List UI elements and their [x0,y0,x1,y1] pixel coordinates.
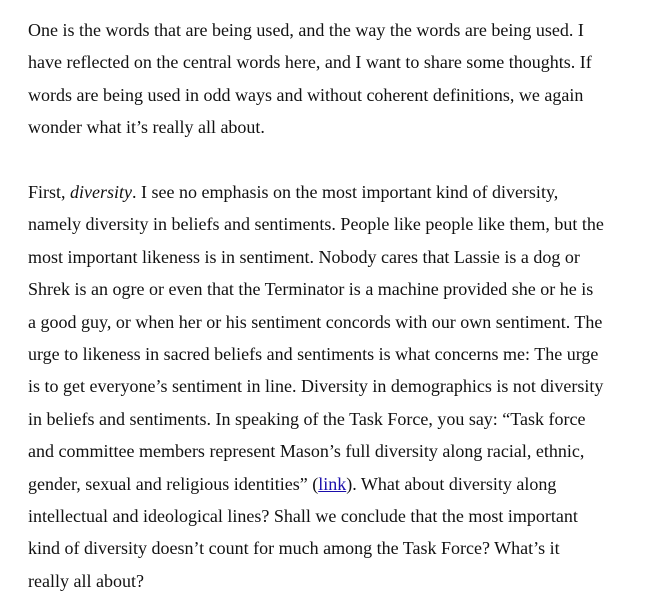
text-line: is to get everyone’s sentiment in line. … [28,376,604,397]
text-fragment: ). What about diversity along [346,473,557,494]
emphasis-word: diversity [70,182,132,203]
document-page: One is the words that are being used, an… [28,14,638,597]
text-line: kind of diversity doesn’t count for much… [28,538,560,559]
text-line: and committee members represent Mason’s … [28,441,585,462]
text-line: First, diversity. I see no emphasis on t… [28,176,638,208]
text-fragment: . I see no emphasis on the most importan… [132,182,559,203]
text-line: urge to likeness in sacred beliefs and s… [28,344,599,365]
text-line: words are being used in odd ways and wit… [28,84,584,105]
paragraph-diversity: First, diversity. I see no emphasis on t… [28,176,638,597]
text-line: One is the words that are being used, an… [28,20,584,40]
text-line: namely diversity in beliefs and sentimen… [28,214,604,235]
text-line: most important likeness is in sentiment.… [28,246,580,267]
text-line: a good guy, or when her or his sentiment… [28,311,603,332]
source-link[interactable]: link [318,474,346,494]
text-line: really all about? [28,570,144,591]
text-line: wonder what it’s really all about. [28,117,265,138]
paragraph-words: One is the words that are being used, an… [28,14,638,144]
text-line: gender, sexual and religious identities”… [28,468,638,500]
text-fragment: gender, sexual and religious identities”… [28,473,319,494]
text-line: have reflected on the central words here… [28,52,592,73]
text-fragment: First, [28,182,71,203]
text-line: intellectual and ideological lines? Shal… [28,506,578,527]
text-line: Shrek is an ogre or even that the Termin… [28,279,594,300]
text-line: in beliefs and sentiments. In speaking o… [28,408,586,429]
